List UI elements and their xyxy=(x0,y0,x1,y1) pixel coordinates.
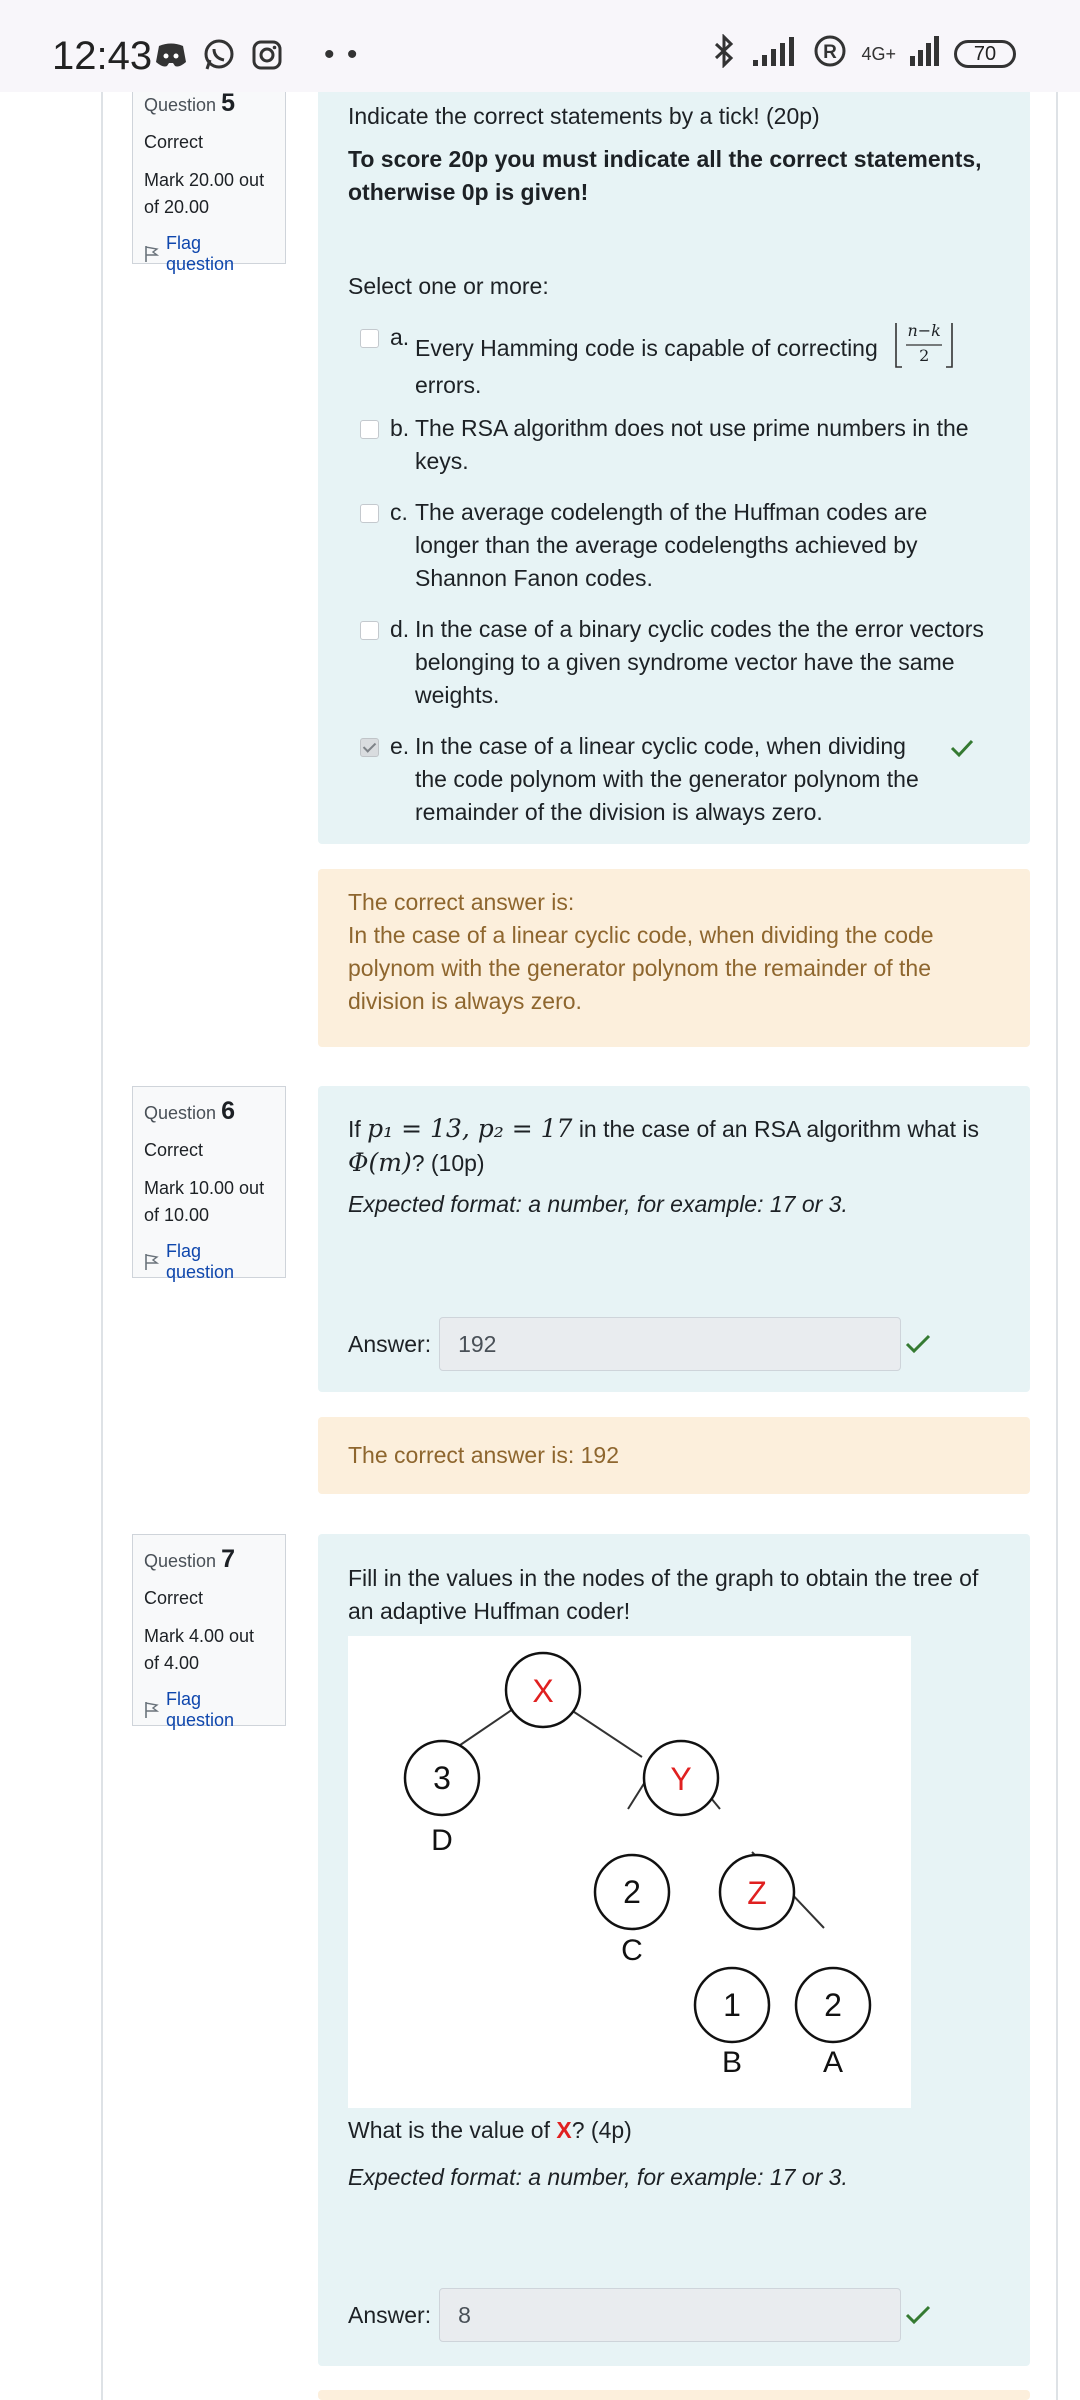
flag-icon xyxy=(145,1702,160,1718)
answer-label: Answer: xyxy=(348,1330,432,1357)
answer-input[interactable]: 8 xyxy=(439,2288,902,2342)
answer-option[interactable]: a. Every Hamming code is capable of corr… xyxy=(348,321,1000,402)
registered-icon: R xyxy=(813,34,847,73)
correct-answer-feedback: The correct answer is: 192 xyxy=(318,1417,1030,1494)
battery-indicator: 70 xyxy=(954,39,1016,68)
node-label-c: 2 xyxy=(623,1874,641,1910)
correct-check-icon xyxy=(906,1334,931,1354)
whatsapp-icon xyxy=(202,38,236,72)
option-text: Every Hamming code is capable of correct… xyxy=(415,321,975,402)
option-checkbox[interactable] xyxy=(360,420,379,439)
network-type: 4G+ xyxy=(861,43,896,64)
expected-format: Expected format: a number, for example: … xyxy=(348,1191,848,1217)
question-info: Question 7 Correct Mark 4.00 out of 4.00… xyxy=(132,1534,286,1730)
answer-input[interactable]: 192 xyxy=(439,1317,902,1371)
answer-row: Answer: 8 xyxy=(348,2288,1000,2342)
question-state: Correct xyxy=(144,1140,204,1160)
option-checkbox[interactable] xyxy=(360,504,379,523)
node-label-x: X xyxy=(532,1673,553,1709)
leaf-symbol-b: B xyxy=(722,2046,742,2079)
option-letter: b. xyxy=(390,415,410,441)
question-grade: Mark 10.00 out of 10.00 xyxy=(144,1178,265,1225)
question-prompt: If p₁ = 13, p₂ = 17 in the case of an RS… xyxy=(348,1114,979,1177)
instagram-icon xyxy=(250,38,284,72)
node-label-b: 1 xyxy=(723,1987,741,2023)
flag-icon xyxy=(145,246,160,262)
flag-question-link[interactable]: Flag question xyxy=(144,1689,274,1731)
option-letter: c. xyxy=(390,499,408,525)
question-number: Question 7 xyxy=(144,1545,235,1573)
bluetooth-icon xyxy=(709,33,739,73)
flag-question-link[interactable]: Flag question xyxy=(144,233,274,275)
tree-nodes xyxy=(403,1651,872,2044)
question-info: Question 5 Correct Mark 20.00 out of 20.… xyxy=(132,78,286,274)
feedback-text: In the case of a linear cyclic code, whe… xyxy=(348,922,934,1014)
question-prompt: Fill in the values in the nodes of the g… xyxy=(348,1565,979,1624)
question-number: Question 6 xyxy=(144,1097,235,1125)
option-letter: e. xyxy=(390,733,410,759)
floor-formula: n−k 2 xyxy=(892,321,956,369)
notification-icons: • • xyxy=(154,38,359,72)
option-letter: a. xyxy=(390,324,410,350)
option-checkbox[interactable] xyxy=(360,329,379,348)
status-bar: 12:43 • • R 4G+ 70 xyxy=(0,0,1080,92)
answer-label: Answer: xyxy=(348,2301,432,2328)
answer-option[interactable]: e. In the case of a linear cyclic code, … xyxy=(348,730,1000,829)
answer-option[interactable]: c. The average codelength of the Huffman… xyxy=(348,496,1000,595)
feedback-title: The correct answer is: xyxy=(348,889,575,915)
question-state: Correct xyxy=(144,132,204,152)
question-formulation: If p₁ = 13, p₂ = 17 in the case of an RS… xyxy=(318,1086,1030,1392)
leaf-symbol-d: D xyxy=(431,1824,453,1857)
page-border-right xyxy=(1056,92,1058,2400)
node-label-d: 3 xyxy=(433,1760,451,1796)
feedback-text: The correct answer is: 192 xyxy=(348,1442,620,1468)
correct-answer-feedback: The correct answer is: In the case of a … xyxy=(318,869,1030,1047)
signal-icon xyxy=(753,36,799,71)
flag-question-link[interactable]: Flag question xyxy=(144,1241,274,1283)
signal-icon xyxy=(910,36,940,71)
correct-check-icon xyxy=(906,2305,931,2325)
huffman-tree-image: X 3 Y 2 Z 1 2 D C B A xyxy=(348,1636,911,2108)
sub-question: What is the value of X? (4p) xyxy=(348,2117,632,2143)
question-grade: Mark 4.00 out of 4.00 xyxy=(144,1626,255,1673)
feedback-edge xyxy=(318,2390,1030,2400)
leaf-symbol-a: A xyxy=(823,2046,843,2079)
answer-option[interactable]: d. In the case of a binary cyclic codes … xyxy=(348,613,1000,712)
question-number: Question 5 xyxy=(144,89,235,117)
question-prompt: Indicate the correct statements by a tic… xyxy=(348,103,820,129)
option-checkbox-checked[interactable] xyxy=(360,738,379,757)
answer-row: Answer: 192 xyxy=(348,1317,1000,1371)
flag-icon xyxy=(145,1254,160,1270)
question-grade: Mark 20.00 out of 20.00 xyxy=(144,170,265,217)
option-checkbox[interactable] xyxy=(360,621,379,640)
option-letter: d. xyxy=(390,616,410,642)
node-label-y: Y xyxy=(670,1761,691,1797)
expected-format: Expected format: a number, for example: … xyxy=(348,2164,848,2190)
node-label-z: Z xyxy=(747,1875,767,1911)
question-state: Correct xyxy=(144,1588,204,1608)
question-instruction: To score 20p you must indicate all the c… xyxy=(348,146,982,205)
answer-option[interactable]: b. The RSA algorithm does not use prime … xyxy=(348,412,1000,478)
question-formulation: Indicate the correct statements by a tic… xyxy=(318,92,1030,844)
system-icons: R 4G+ 70 xyxy=(709,33,1016,73)
discord-icon xyxy=(154,38,188,72)
correct-check-icon xyxy=(950,739,974,758)
option-text: In the case of a binary cyclic codes the… xyxy=(415,616,984,708)
node-label-a: 2 xyxy=(824,1987,842,2023)
more-notifications-icon: • • xyxy=(324,38,360,71)
question-info: Question 6 Correct Mark 10.00 out of 10.… xyxy=(132,1086,286,1282)
select-prompt: Select one or more: xyxy=(348,273,549,299)
option-text: The RSA algorithm does not use prime num… xyxy=(415,415,969,474)
page-border-left xyxy=(101,92,103,2400)
question-formulation: Fill in the values in the nodes of the g… xyxy=(318,1534,1030,2366)
svg-text:R: R xyxy=(824,42,838,63)
option-text: The average codelength of the Huffman co… xyxy=(415,499,928,591)
option-text: In the case of a linear cyclic code, whe… xyxy=(415,733,919,825)
clock: 12:43 xyxy=(52,34,153,78)
leaf-symbol-c: C xyxy=(621,1934,643,1967)
